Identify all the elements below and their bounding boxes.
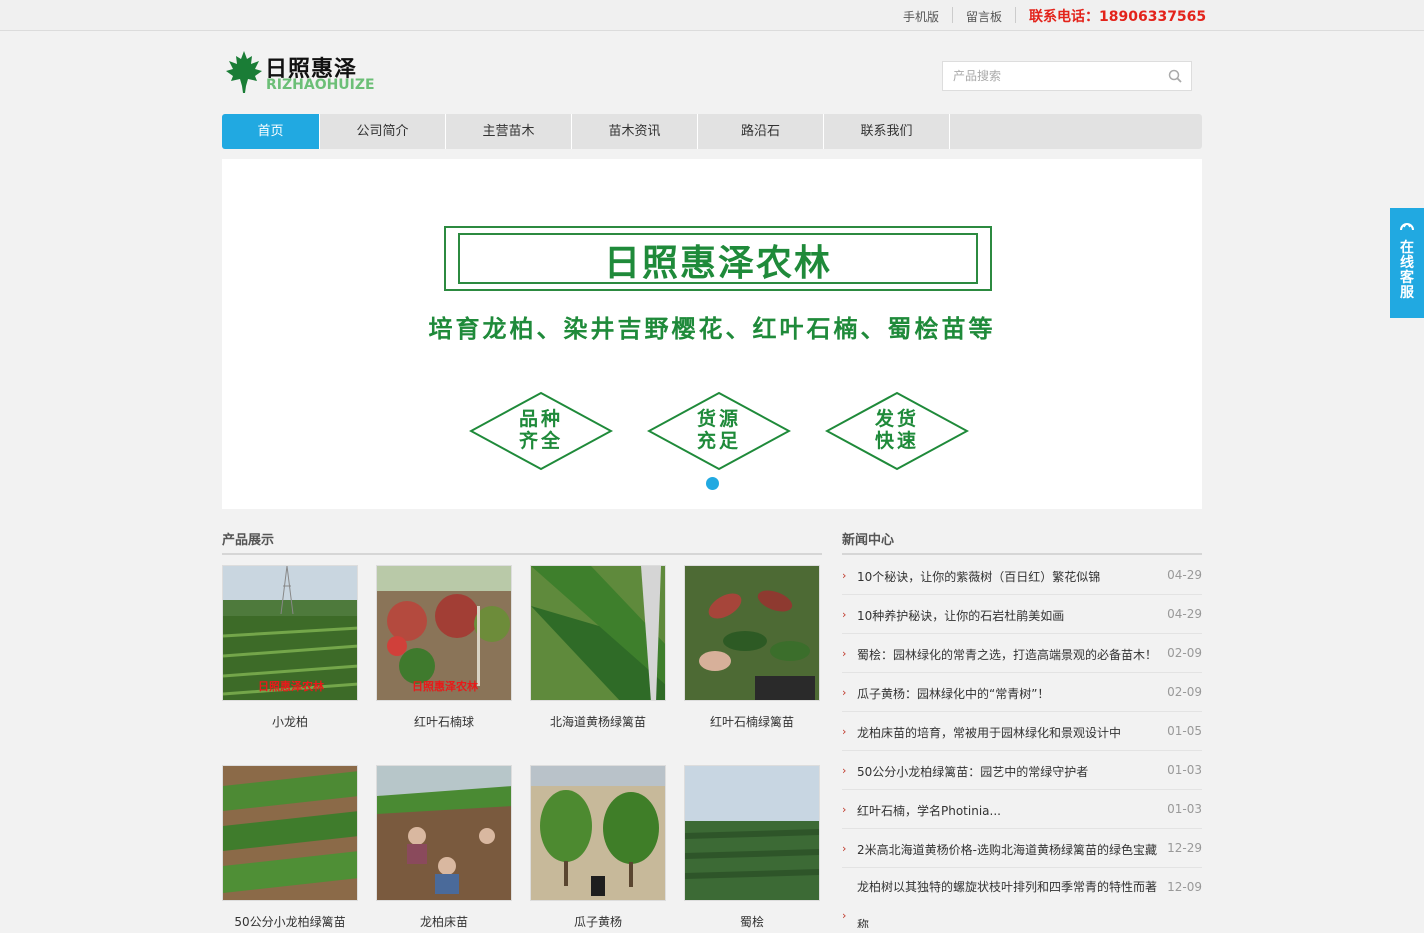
chevron-right-icon: ›: [842, 647, 847, 660]
product-image[interactable]: [376, 765, 512, 901]
news-item[interactable]: › 蜀桧：园林绿化的常青之选，打造高端景观的必备苗木！ 02-09: [842, 634, 1202, 673]
news-date: 02-09: [1167, 685, 1202, 699]
news-date: 12-09: [1167, 880, 1202, 894]
news-date: 04-29: [1167, 568, 1202, 582]
chevron-right-icon: ›: [842, 842, 847, 855]
chevron-right-icon: ›: [842, 803, 847, 816]
banner-badge: 发货 快速: [825, 391, 969, 471]
carousel-dot[interactable]: [706, 477, 719, 490]
product-image[interactable]: [684, 765, 820, 901]
site-logo[interactable]: 日照惠泽 RIZHAOHUIZE: [224, 49, 375, 95]
section-title-news[interactable]: 新闻中心: [842, 529, 894, 548]
product-image[interactable]: 日照惠泽农林: [376, 565, 512, 701]
watermark: 日照惠泽农林: [258, 680, 324, 693]
news-title[interactable]: 2米高北海道黄杨价格-选购北海道黄杨绿篱苗的绿色宝藏: [857, 841, 1162, 858]
product-name[interactable]: 龙柏床苗: [376, 913, 512, 930]
banner-subtitle: 培育龙柏、染井吉野樱花、红叶石楠、蜀桧苗等: [428, 315, 996, 343]
product-image[interactable]: 日照惠泽农林: [222, 565, 358, 701]
nav-item-curbstone[interactable]: 路沿石: [698, 114, 824, 149]
online-service-label: 在线客服: [1400, 240, 1414, 301]
product-image[interactable]: [684, 565, 820, 701]
news-list: › 10个秘诀，让你的紫薇树（百日红）繁花似锦 04-29 › 10种养护秘诀，…: [842, 556, 1202, 928]
main-nav: 首页 公司简介 主营苗木 苗木资讯 路沿石 联系我们: [222, 114, 1202, 149]
news-date: 02-09: [1167, 646, 1202, 660]
hero-banner[interactable]: 日照惠泽农林 培育龙柏、染井吉野樱花、红叶石楠、蜀桧苗等 品种 齐全 货源 充足 发…: [222, 159, 1202, 509]
chevron-right-icon: ›: [842, 909, 847, 922]
product-card[interactable]: 日照惠泽农林 红叶石楠球: [376, 565, 512, 730]
news-item[interactable]: › 红叶石楠，学名Photinia... 01-03: [842, 790, 1202, 829]
contact-phone: 联系电话：18906337565: [1029, 9, 1207, 25]
watermark: 日照惠泽农林: [412, 680, 478, 693]
product-card[interactable]: 北海道黄杨绿篱苗: [530, 565, 666, 730]
product-card[interactable]: 龙柏床苗: [376, 765, 512, 930]
chevron-right-icon: ›: [842, 608, 847, 621]
product-name[interactable]: 50公分小龙柏绿篱苗: [222, 913, 358, 930]
chevron-right-icon: ›: [842, 725, 847, 738]
search-input[interactable]: [943, 62, 1153, 90]
product-name[interactable]: 红叶石楠绿篱苗: [684, 713, 820, 730]
product-card[interactable]: 瓜子黄杨: [530, 765, 666, 930]
top-bar: 手机版 留言板 联系电话：18906337565: [0, 0, 1424, 31]
news-item[interactable]: › 10种养护秘诀，让你的石岩杜鹃美如画 04-29: [842, 595, 1202, 634]
product-name[interactable]: 蜀桧: [684, 913, 820, 930]
divider: [1015, 7, 1016, 23]
product-name[interactable]: 瓜子黄杨: [530, 913, 666, 930]
product-image[interactable]: [222, 765, 358, 901]
news-date: 01-03: [1167, 763, 1202, 777]
nav-item-news[interactable]: 苗木资讯: [572, 114, 698, 149]
divider: [222, 553, 822, 555]
news-title[interactable]: 50公分小龙柏绿篱苗：园艺中的常绿守护者: [857, 763, 1162, 780]
nav-item-contact[interactable]: 联系我们: [824, 114, 950, 149]
product-card[interactable]: 日照惠泽农林 小龙柏: [222, 565, 358, 730]
section-title-products[interactable]: 产品展示: [222, 529, 274, 548]
news-title[interactable]: 龙柏树以其独特的螺旋状枝叶排列和四季常青的特性而著称: [857, 868, 1162, 928]
news-date: 04-29: [1167, 607, 1202, 621]
product-name[interactable]: 小龙柏: [222, 713, 358, 730]
chevron-right-icon: ›: [842, 764, 847, 777]
news-item[interactable]: › 2米高北海道黄杨价格-选购北海道黄杨绿篱苗的绿色宝藏 12-29: [842, 829, 1202, 868]
news-item[interactable]: › 50公分小龙柏绿篱苗：园艺中的常绿守护者 01-03: [842, 751, 1202, 790]
headset-icon: [1400, 223, 1414, 231]
product-name[interactable]: 红叶石楠球: [376, 713, 512, 730]
divider: [952, 7, 953, 23]
news-item[interactable]: › 10个秘诀，让你的紫薇树（百日红）繁花似锦 04-29: [842, 556, 1202, 595]
message-board-link[interactable]: 留言板: [966, 8, 1002, 25]
news-title[interactable]: 10个秘诀，让你的紫薇树（百日红）繁花似锦: [857, 568, 1162, 585]
chevron-right-icon: ›: [842, 686, 847, 699]
banner-badge: 品种 齐全: [469, 391, 613, 471]
product-image[interactable]: [530, 765, 666, 901]
logo-english-name: RIZHAOHUIZE: [266, 77, 375, 93]
news-date: 01-03: [1167, 802, 1202, 816]
maple-leaf-icon: [226, 51, 262, 93]
nav-item-products[interactable]: 主营苗木: [446, 114, 572, 149]
product-search: [942, 61, 1192, 91]
news-title[interactable]: 红叶石楠，学名Photinia...: [857, 802, 1162, 819]
product-name[interactable]: 北海道黄杨绿篱苗: [530, 713, 666, 730]
news-title[interactable]: 10种养护秘诀，让你的石岩杜鹃美如画: [857, 607, 1162, 624]
search-icon[interactable]: [1168, 69, 1182, 83]
news-title[interactable]: 龙柏床苗的培育，常被用于园林绿化和景观设计中: [857, 724, 1162, 741]
news-date: 12-29: [1167, 841, 1202, 855]
news-item[interactable]: › 瓜子黄杨：园林绿化中的“常青树”！ 02-09: [842, 673, 1202, 712]
news-item[interactable]: › 龙柏树以其独特的螺旋状枝叶排列和四季常青的特性而著称 12-09: [842, 868, 1202, 928]
chevron-right-icon: ›: [842, 569, 847, 582]
product-card[interactable]: 50公分小龙柏绿篱苗: [222, 765, 358, 930]
divider: [842, 553, 1202, 555]
nav-item-about[interactable]: 公司简介: [320, 114, 446, 149]
news-title[interactable]: 蜀桧：园林绿化的常青之选，打造高端景观的必备苗木！: [857, 646, 1162, 663]
news-item[interactable]: › 龙柏床苗的培育，常被用于园林绿化和景观设计中 01-05: [842, 712, 1202, 751]
banner-badge: 货源 充足: [647, 391, 791, 471]
online-service-button[interactable]: 在线客服: [1390, 208, 1424, 318]
nav-item-home[interactable]: 首页: [222, 114, 320, 149]
mobile-version-link[interactable]: 手机版: [903, 8, 939, 25]
product-image[interactable]: [530, 565, 666, 701]
banner-title: 日照惠泽农林: [603, 243, 832, 284]
banner-title-frame: 日照惠泽农林: [444, 226, 992, 291]
product-card[interactable]: 蜀桧: [684, 765, 820, 930]
product-card[interactable]: 红叶石楠绿篱苗: [684, 565, 820, 730]
news-date: 01-05: [1167, 724, 1202, 738]
news-title[interactable]: 瓜子黄杨：园林绿化中的“常青树”！: [857, 685, 1162, 702]
